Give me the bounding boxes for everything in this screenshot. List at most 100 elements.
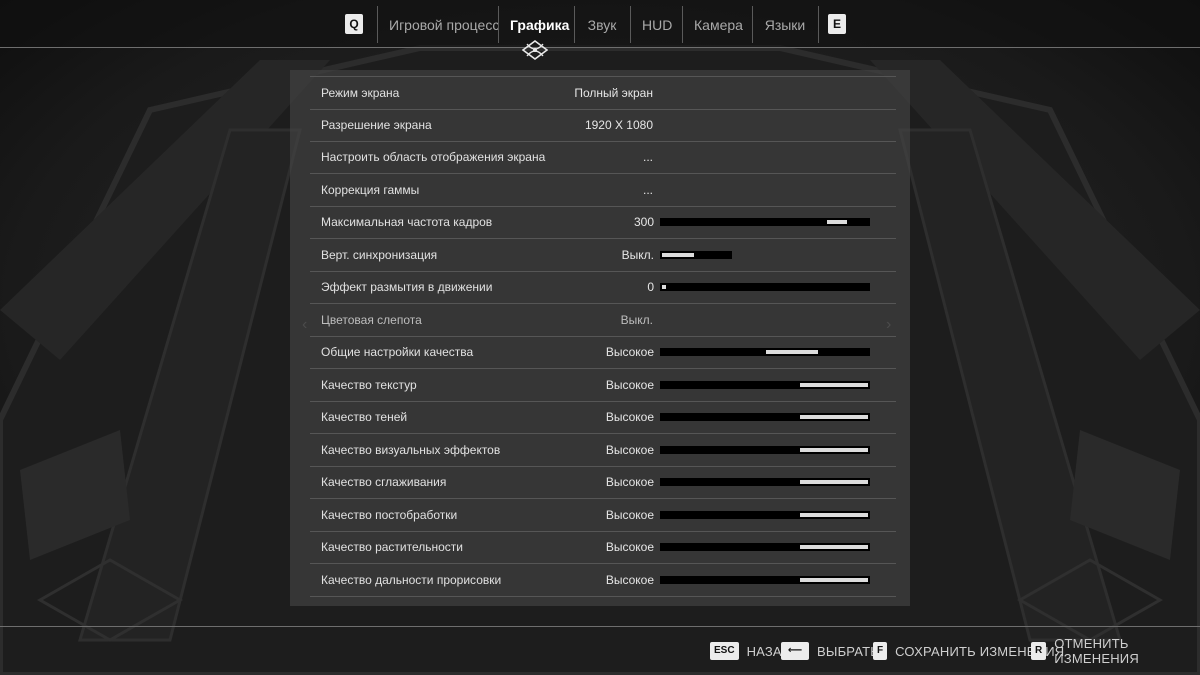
setting-value: Высокое: [605, 572, 654, 587]
setting-slider[interactable]: [660, 543, 870, 551]
setting-label: Качество растительности: [321, 540, 464, 554]
slider-fill: [800, 382, 868, 387]
setting-value: Высокое: [605, 345, 654, 359]
select-button[interactable]: ⟵ ВЫБРАТЬ: [781, 640, 879, 662]
setting-slider[interactable]: [660, 250, 732, 259]
tab-divider: [377, 6, 378, 43]
tab-hud[interactable]: HUD: [642, 0, 672, 47]
setting-label: Настроить область отображения экрана: [321, 150, 546, 164]
settings-row[interactable]: Коррекция гаммы...: [310, 174, 896, 207]
settings-row[interactable]: Режим экрана Полный экран: [310, 76, 896, 110]
settings-row[interactable]: Качество визуальных эффектов Высокое: [310, 434, 896, 467]
setting-value: 0: [647, 280, 654, 294]
cancel-changes-button[interactable]: R ОТМЕНИТЬ ИЗМЕНЕНИЯ: [1031, 636, 1200, 666]
select-label: ВЫБРАТЬ: [817, 643, 880, 659]
setting-slider[interactable]: [660, 575, 870, 584]
setting-value: Высокое: [605, 442, 654, 457]
setting-label: Качество постобработки: [321, 507, 458, 522]
settings-row[interactable]: Верт. синхронизация Выкл.: [310, 239, 896, 272]
settings-row[interactable]: Эффект размытия в движении 0: [310, 271, 896, 304]
setting-slider[interactable]: [660, 218, 870, 226]
setting-slider[interactable]: [660, 283, 870, 291]
tab-divider: [574, 6, 575, 43]
settings-row[interactable]: Цветовая слепота Выкл.: [310, 304, 896, 337]
setting-value: ...: [642, 150, 653, 164]
slider-fill: [800, 415, 868, 419]
setting-value: Высокое: [605, 377, 654, 392]
slider-fill: [766, 350, 818, 354]
settings-row[interactable]: Настроить область отображения экрана...: [310, 141, 896, 174]
cancel-changes-label: ОТМЕНИТЬ ИЗМЕНЕНИЯ: [1054, 636, 1139, 666]
slider-fill: [800, 447, 868, 452]
setting-value: Высокое: [605, 410, 654, 424]
tab-bar: Q Игровой процесс Графика Звук HUD Камер…: [0, 0, 1200, 48]
tab-divider: [682, 6, 683, 43]
celtic-knot-icon: [522, 40, 548, 60]
setting-slider[interactable]: [660, 445, 870, 454]
enter-key-icon: ⟵: [781, 642, 809, 660]
setting-slider[interactable]: [660, 413, 870, 421]
setting-slider[interactable]: [660, 510, 870, 519]
chevron-left-icon: ‹: [302, 316, 308, 333]
slider-fill: [800, 577, 868, 582]
top-divider-line: [0, 47, 1200, 48]
setting-label: Качество дальности прорисовки: [321, 572, 502, 587]
setting-slider[interactable]: [660, 348, 870, 356]
setting-slider[interactable]: [660, 380, 870, 389]
setting-value: Высокое: [605, 507, 654, 522]
top-nav: Q Игровой процесс Графика Звук HUD Камер…: [0, 0, 1200, 60]
setting-value: 1920 X 1080: [584, 117, 653, 132]
slider-fill: [800, 545, 868, 549]
r-key-badge: R: [1031, 642, 1047, 660]
setting-label: Верт. синхронизация: [321, 247, 438, 262]
setting-label: Коррекция гаммы: [321, 182, 420, 197]
setting-value: Высокое: [605, 540, 654, 554]
setting-value: Выкл.: [620, 312, 653, 327]
setting-slider[interactable]: [660, 478, 870, 486]
settings-row[interactable]: Качество дальности прорисовки Высокое: [310, 564, 896, 597]
prev-tab-key-q[interactable]: Q: [345, 14, 363, 34]
settings-row[interactable]: Качество растительности Высокое: [310, 531, 896, 564]
setting-label: Качество теней: [321, 410, 408, 424]
tab-divider: [818, 6, 819, 43]
back-button[interactable]: ESC НАЗАД: [710, 640, 791, 662]
setting-label: Разрешение экрана: [321, 117, 432, 132]
bottom-divider-line: [0, 626, 1200, 627]
settings-row[interactable]: Максимальная частота кадров 300: [310, 206, 896, 239]
setting-label: Общие настройки качества: [321, 345, 474, 359]
settings-row[interactable]: Общие настройки качества Высокое: [310, 336, 896, 369]
chevron-right-icon: ›: [886, 316, 892, 333]
tab-divider: [498, 6, 499, 43]
slider-fill: [827, 220, 847, 224]
setting-value: Высокое: [605, 475, 654, 489]
settings-row[interactable]: Разрешение экрана 1920 X 1080: [310, 109, 896, 142]
footer-hints: ESC НАЗАД ⟵ ВЫБРАТЬ F СОХРАНИТЬ ИЗМЕНЕНИ…: [0, 636, 1200, 666]
setting-value: Полный экран: [574, 86, 653, 100]
settings-row[interactable]: Качество теней Высокое: [310, 401, 896, 434]
slider-fill: [800, 512, 868, 517]
tab-divider: [752, 6, 753, 43]
esc-key-badge: ESC: [710, 642, 739, 660]
setting-label: Цветовая слепота: [321, 312, 422, 327]
f-key-badge: F: [873, 642, 888, 660]
slider-fill: [800, 480, 868, 484]
settings-row[interactable]: Качество постобработки Высокое: [310, 499, 896, 532]
tab-languages[interactable]: Языки: [764, 0, 806, 47]
setting-label: Эффект размытия в движении: [321, 280, 493, 294]
graphics-settings-panel: Режим экрана Полный экран Разрешение экран…: [290, 70, 910, 606]
tab-sound[interactable]: Звук: [586, 0, 618, 47]
settings-row[interactable]: Качество сглаживания Высокое: [310, 466, 896, 499]
tab-divider: [630, 6, 631, 43]
tab-gameplay[interactable]: Игровой процесс: [389, 0, 499, 47]
settings-row[interactable]: Качество текстур Высокое: [310, 369, 896, 402]
setting-label: Качество текстур: [321, 377, 417, 392]
setting-label: Качество сглаживания: [321, 475, 447, 489]
setting-label: Максимальная частота кадров: [321, 215, 493, 229]
setting-value: Выкл.: [621, 247, 654, 262]
setting-label: Режим экрана: [321, 86, 400, 100]
tab-camera[interactable]: Камера: [694, 0, 743, 47]
slider-fill: [662, 252, 694, 257]
next-tab-key-e[interactable]: E: [828, 14, 846, 34]
slider-fill: [662, 285, 666, 289]
setting-value: 300: [633, 215, 654, 229]
